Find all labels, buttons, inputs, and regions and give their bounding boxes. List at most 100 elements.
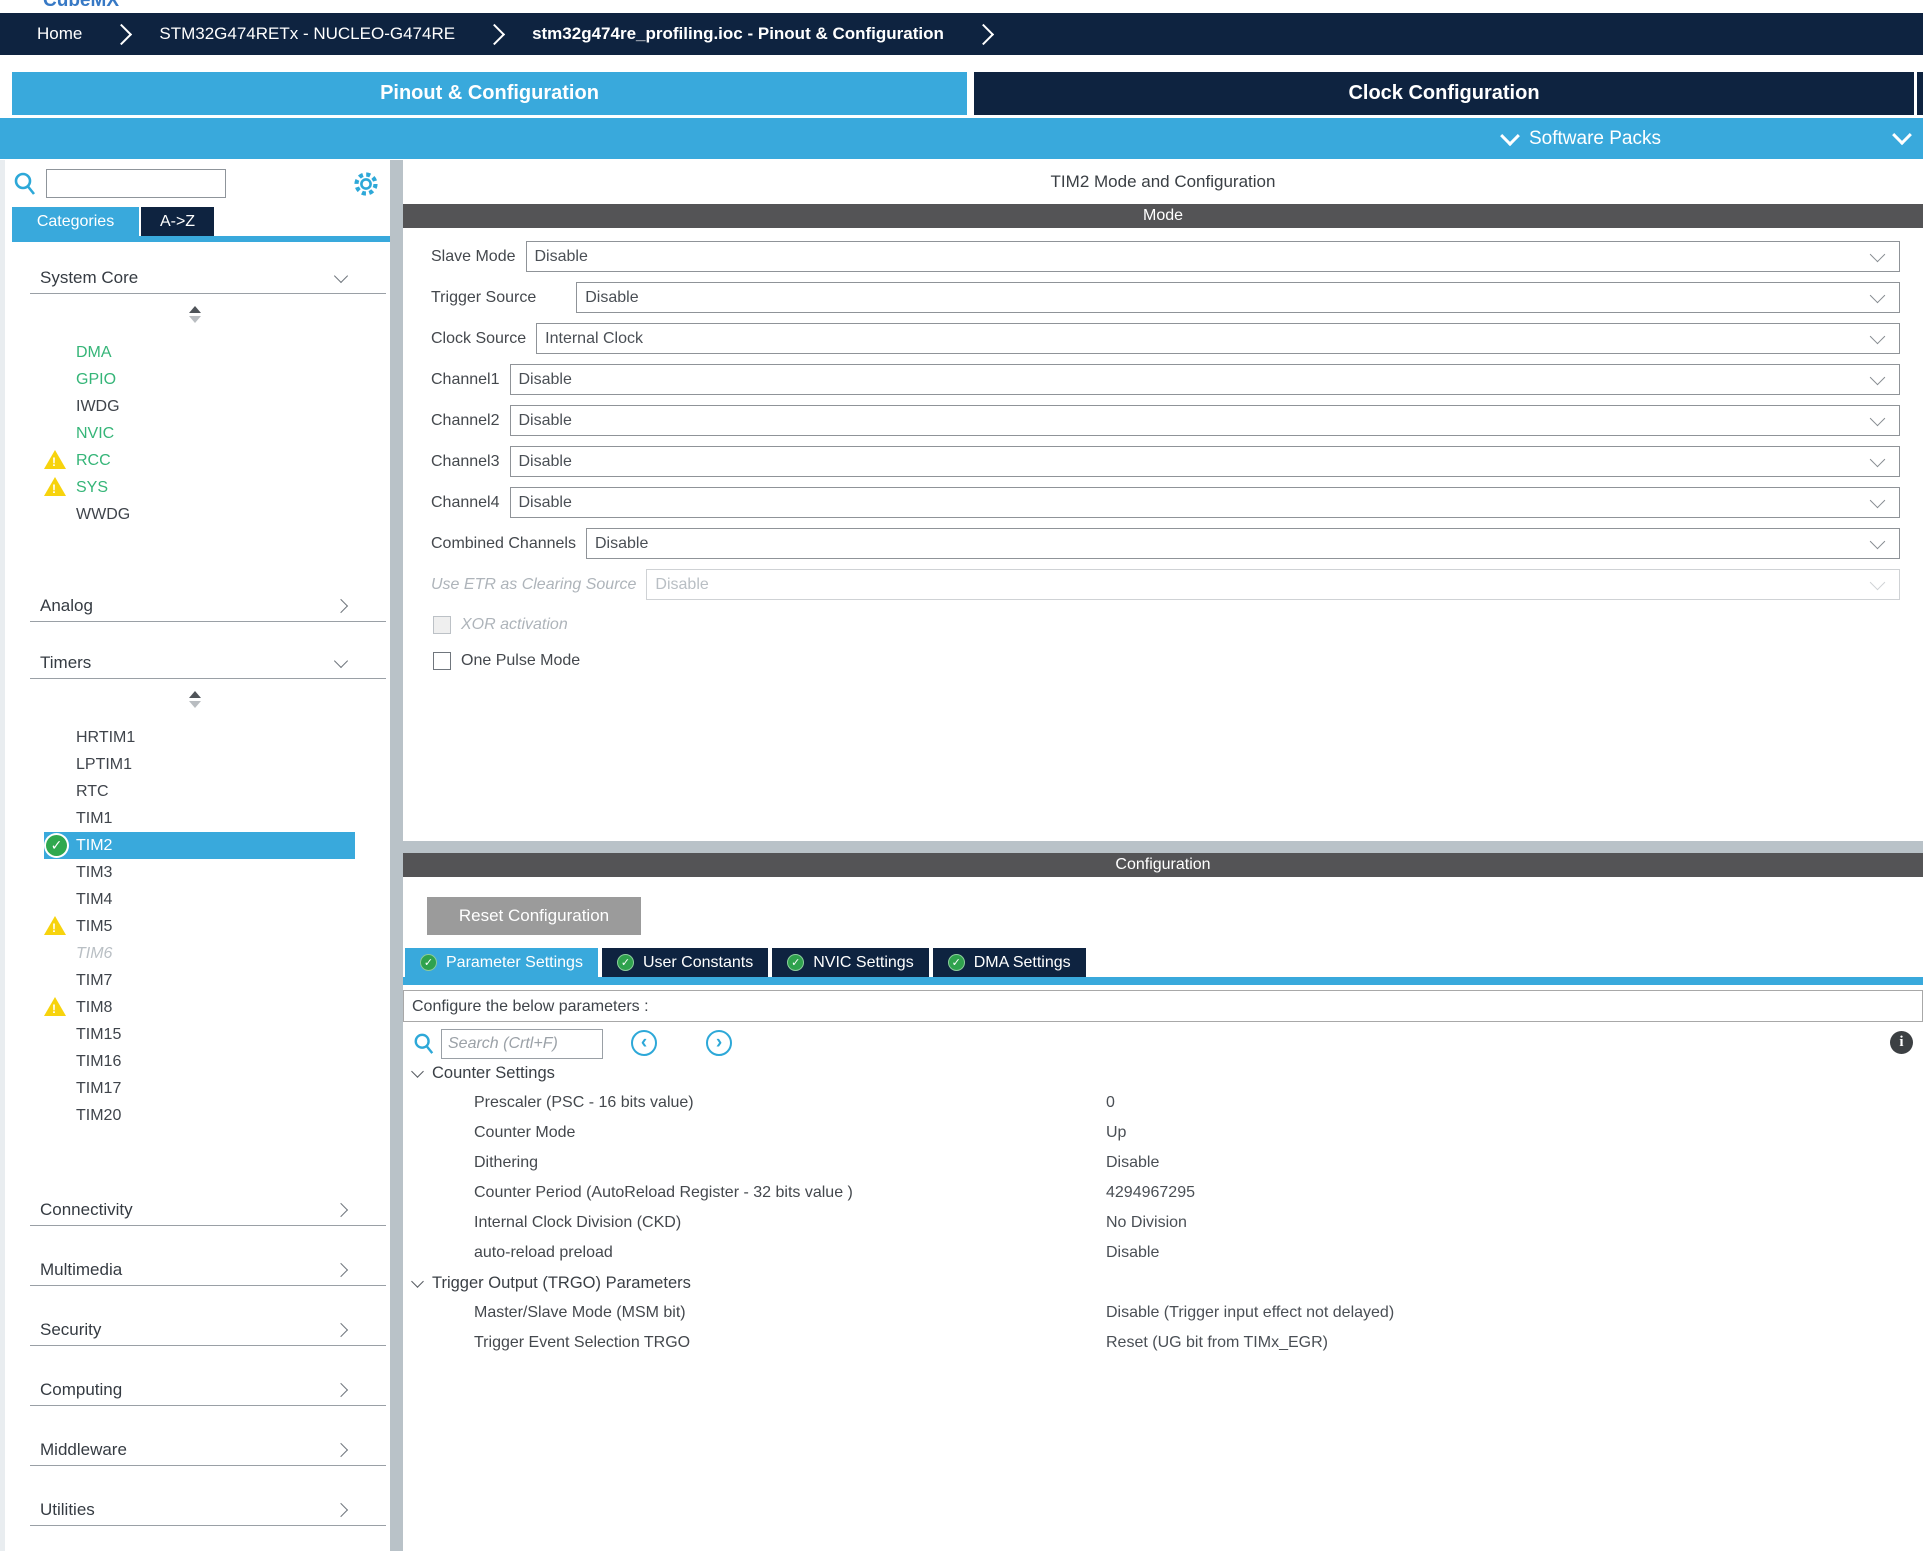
checkbox[interactable]: [433, 652, 451, 670]
sidebar-item-sys[interactable]: SYS: [44, 474, 355, 501]
sidebar-item-rtc[interactable]: RTC: [44, 778, 355, 805]
search-previous-button[interactable]: ‹: [631, 1030, 657, 1056]
sidebar-section-header-connectivity[interactable]: Connectivity: [0, 1196, 390, 1224]
sidebar-section-header-analog[interactable]: Analog: [0, 592, 390, 620]
sidebar-section-header-computing[interactable]: Computing: [0, 1376, 390, 1404]
configuration-tab[interactable]: ✓ Parameter Settings: [405, 948, 598, 977]
list-scroll-spinner[interactable]: [0, 294, 390, 332]
sidebar-item-rcc[interactable]: RCC: [44, 447, 355, 474]
parameter-value[interactable]: Disable: [1106, 1154, 1159, 1172]
chevron-down-icon: [1870, 328, 1886, 344]
sidebar-section-header-system-core[interactable]: System Core: [0, 264, 390, 292]
sidebar-item-tim8[interactable]: TIM8: [44, 994, 355, 1021]
triangle-up-icon: [189, 691, 201, 698]
chevron-down-icon: [1870, 246, 1886, 262]
parameter-value[interactable]: No Division: [1106, 1214, 1187, 1232]
sidebar-item-tim2[interactable]: ✓TIM2: [44, 832, 355, 859]
sidebar-item-wwdg[interactable]: WWDG: [44, 501, 355, 528]
checkbox-label: One Pulse Mode: [461, 652, 580, 670]
panel-divider[interactable]: [390, 160, 403, 1551]
parameter-label: Counter Period (AutoReload Register - 32…: [474, 1184, 1106, 1202]
sidebar-item-lptim1[interactable]: LPTIM1: [44, 751, 355, 778]
mode-row: Channel3 Disable: [403, 441, 1923, 482]
section-item-list: HRTIM1LPTIM1RTCTIM1✓TIM2 TIM3 TIM4TIM5TIM6…: [0, 724, 390, 1129]
parameter-row[interactable]: Master/Slave Mode (MSM bit) Disable (Tri…: [403, 1298, 1923, 1328]
mode-dropdown[interactable]: Disable: [586, 528, 1900, 559]
sidebar-section-header-multimedia[interactable]: Multimedia: [0, 1256, 390, 1284]
sidebar-item-iwdg[interactable]: IWDG: [44, 393, 355, 420]
configuration-tab[interactable]: ✓ NVIC Settings: [772, 948, 928, 977]
section-name: Computing: [40, 1380, 336, 1400]
info-icon[interactable]: i: [1890, 1031, 1913, 1054]
sidebar-item-hrtim1[interactable]: HRTIM1: [44, 724, 355, 751]
breadcrumb-mcu-board[interactable]: STM32G474RETx - NUCLEO-G474RE: [159, 24, 455, 44]
sidebar-item-tim6[interactable]: TIM6: [44, 940, 355, 967]
sidebar-section-header-security[interactable]: Security: [0, 1316, 390, 1344]
mode-dropdown[interactable]: Disable: [510, 364, 1901, 395]
tab-a-to-z[interactable]: A->Z: [141, 207, 214, 236]
parameter-row[interactable]: Trigger Output (TRGO) Parameters: [403, 1268, 1923, 1298]
sidebar-item-tim5[interactable]: TIM5: [44, 913, 355, 940]
tab-categories[interactable]: Categories: [12, 207, 139, 236]
mode-dropdown[interactable]: Disable: [510, 405, 1901, 436]
parameter-value[interactable]: Up: [1106, 1124, 1126, 1142]
list-scroll-spinner[interactable]: [0, 679, 390, 717]
mode-dropdown[interactable]: Disable: [576, 282, 1900, 313]
mode-dropdown-value: Disable: [647, 576, 1872, 594]
parameter-row[interactable]: Counter Mode Up: [403, 1118, 1923, 1148]
software-packs-dropdown[interactable]: Software Packs: [1503, 118, 1661, 159]
parameter-row[interactable]: auto-reload preload Disable: [403, 1238, 1923, 1268]
parameter-row[interactable]: Internal Clock Division (CKD) No Divisio…: [403, 1208, 1923, 1238]
parameter-row[interactable]: Prescaler (PSC - 16 bits value) 0: [403, 1088, 1923, 1118]
sidebar-item-tim4[interactable]: TIM4: [44, 886, 355, 913]
chevron-down-icon[interactable]: [1892, 125, 1912, 145]
parameter-row[interactable]: Counter Settings: [403, 1058, 1923, 1088]
mode-dropdown[interactable]: Disable: [526, 241, 1901, 272]
search-next-button[interactable]: ›: [706, 1030, 732, 1056]
mode-dropdown[interactable]: Disable: [510, 446, 1901, 477]
gear-icon[interactable]: [351, 169, 381, 199]
sidebar-item-tim20[interactable]: TIM20: [44, 1102, 355, 1129]
sidebar-item-tim16[interactable]: TIM16: [44, 1048, 355, 1075]
parameter-value[interactable]: 4294967295: [1106, 1184, 1195, 1202]
checkbox[interactable]: [433, 616, 451, 634]
tab-clock-configuration[interactable]: Clock Configuration: [974, 72, 1914, 115]
configuration-tab[interactable]: ✓ DMA Settings: [933, 948, 1086, 977]
sidebar-item-tim15[interactable]: TIM15: [44, 1021, 355, 1048]
section-item-list: DMAGPIOIWDGNVICRCCSYSWWDG: [0, 339, 390, 528]
section-divider[interactable]: [403, 841, 1923, 853]
parameter-value[interactable]: Reset (UG bit from TIMx_EGR): [1106, 1334, 1328, 1352]
sidebar-search-combobox[interactable]: [46, 169, 226, 198]
sidebar-item-dma[interactable]: DMA: [44, 339, 355, 366]
sidebar-section-header-utilities[interactable]: Utilities: [0, 1496, 390, 1524]
sidebar-item-tim7[interactable]: TIM7: [44, 967, 355, 994]
parameter-value[interactable]: Disable (Trigger input effect not delaye…: [1106, 1304, 1394, 1322]
mode-dropdown[interactable]: Disable: [646, 569, 1900, 600]
mode-dropdown[interactable]: Internal Clock: [536, 323, 1900, 354]
parameter-value[interactable]: Disable: [1106, 1244, 1159, 1262]
sidebar-item-tim17[interactable]: TIM17: [44, 1075, 355, 1102]
tab-pinout-configuration[interactable]: Pinout & Configuration: [12, 72, 967, 115]
sidebar-item-tim3[interactable]: TIM3: [44, 859, 355, 886]
sidebar-section-header-middleware[interactable]: Middleware: [0, 1436, 390, 1464]
parameter-row[interactable]: Trigger Event Selection TRGO Reset (UG b…: [403, 1328, 1923, 1358]
sidebar-section-header-timers[interactable]: Timers: [0, 649, 390, 677]
sidebar-item-label: TIM3: [76, 864, 112, 882]
sidebar-section-analog: Analog: [0, 592, 390, 622]
sidebar-item-gpio[interactable]: GPIO: [44, 366, 355, 393]
chevron-down-icon: [1870, 287, 1886, 303]
breadcrumb-project-file[interactable]: stm32g474re_profiling.ioc - Pinout & Con…: [532, 24, 944, 44]
sidebar-item-tim1[interactable]: TIM1: [44, 805, 355, 832]
breadcrumb-home[interactable]: Home: [37, 24, 82, 44]
parameter-row[interactable]: Counter Period (AutoReload Register - 32…: [403, 1178, 1923, 1208]
configuration-tab[interactable]: ✓ User Constants: [602, 948, 768, 977]
parameter-search-input[interactable]: [441, 1029, 603, 1059]
parameter-label: Trigger Event Selection TRGO: [474, 1334, 1106, 1352]
parameter-value[interactable]: 0: [1106, 1094, 1115, 1112]
reset-configuration-button[interactable]: Reset Configuration: [427, 897, 641, 935]
panel-title: TIM2 Mode and Configuration: [403, 160, 1923, 204]
sidebar-item-nvic[interactable]: NVIC: [44, 420, 355, 447]
section-name: Security: [40, 1320, 336, 1340]
mode-dropdown[interactable]: Disable: [510, 487, 1901, 518]
parameter-row[interactable]: Dithering Disable: [403, 1148, 1923, 1178]
